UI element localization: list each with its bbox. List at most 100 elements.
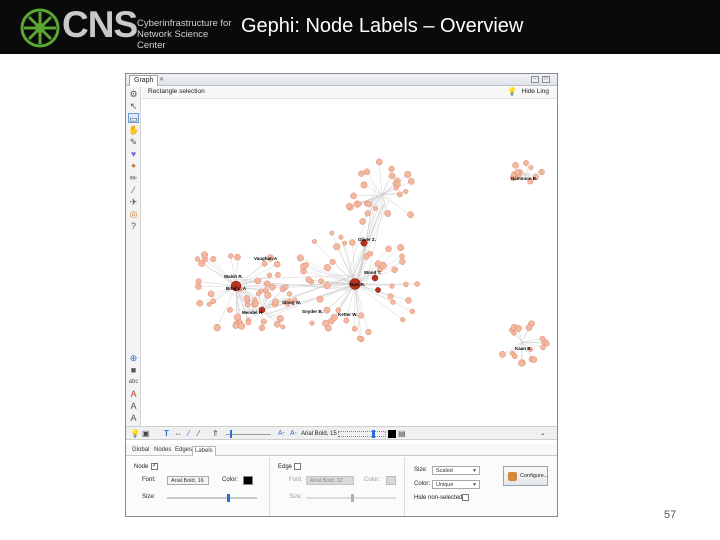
- graph-node[interactable]: [303, 262, 309, 268]
- hub-node[interactable]: [375, 287, 381, 293]
- graph-node[interactable]: [514, 169, 521, 176]
- graph-node[interactable]: [403, 189, 409, 195]
- graph-node[interactable]: [323, 306, 331, 314]
- graph-node[interactable]: [385, 245, 392, 252]
- graph-node[interactable]: [280, 324, 286, 330]
- graph-node[interactable]: [323, 282, 331, 290]
- graph-node[interactable]: [254, 277, 261, 285]
- graph-node[interactable]: [379, 261, 387, 270]
- graph-node[interactable]: [388, 165, 395, 173]
- graph-node[interactable]: [296, 254, 304, 262]
- text-a-icon[interactable]: A: [128, 401, 139, 411]
- graph-node[interactable]: [329, 258, 336, 265]
- graph-node[interactable]: [389, 172, 396, 180]
- edge-color-swatch[interactable]: [386, 476, 396, 485]
- graph-node[interactable]: [407, 211, 414, 219]
- graph-node[interactable]: [322, 319, 330, 327]
- edge-labels-checkbox[interactable]: [294, 463, 301, 470]
- graph-node[interactable]: [228, 253, 234, 259]
- minimize-icon[interactable]: –: [531, 76, 539, 83]
- graph-node[interactable]: [350, 192, 357, 200]
- background-color-icon[interactable]: ■: [128, 365, 139, 375]
- graph-node[interactable]: [342, 240, 348, 246]
- node-color-swatch[interactable]: [243, 476, 253, 485]
- graph-node[interactable]: [351, 325, 358, 332]
- graph-node[interactable]: [365, 200, 372, 208]
- graph-node[interactable]: [397, 244, 405, 252]
- graph-node[interactable]: [518, 359, 525, 367]
- screenshot-icon[interactable]: ▣: [142, 429, 150, 439]
- graph-node[interactable]: [390, 299, 396, 305]
- lightbulb-toolbar-icon[interactable]: 💡: [130, 429, 140, 439]
- edge-weight-icon[interactable]: ⁄: [198, 429, 199, 439]
- graph-node[interactable]: [343, 317, 350, 324]
- graph-node[interactable]: [396, 191, 403, 198]
- label-settings-icon[interactable]: ▤: [398, 429, 406, 439]
- graph-canvas[interactable]: Oliver Z. Vaughan A Walsh R. Ravi R. Brnd L.…: [142, 100, 557, 430]
- hide-non-selected-checkbox[interactable]: [462, 494, 469, 501]
- graph-node[interactable]: [363, 168, 371, 176]
- graph-node[interactable]: [538, 168, 545, 176]
- font-size-increase-icon[interactable]: A-: [290, 429, 297, 439]
- label-size-thumb[interactable]: [372, 430, 375, 438]
- pointer-icon[interactable]: ↖: [128, 101, 139, 111]
- expand-icon[interactable]: ⌄: [540, 429, 546, 439]
- graph-node[interactable]: [274, 271, 281, 278]
- font-name-label[interactable]: Arial Bold, 15: [301, 429, 337, 439]
- graph-node[interactable]: [263, 280, 271, 288]
- graph-settings-icon[interactable]: ⚙: [128, 89, 139, 99]
- graph-node[interactable]: [539, 335, 546, 342]
- drag-icon[interactable]: ✋: [128, 125, 139, 135]
- graph-node[interactable]: [387, 293, 394, 300]
- graph-node[interactable]: [318, 278, 324, 285]
- graph-node[interactable]: [258, 324, 266, 332]
- graph-node[interactable]: [540, 344, 546, 351]
- graph-node[interactable]: [512, 161, 519, 169]
- graph-node[interactable]: [206, 301, 212, 307]
- tab-nodes[interactable]: Nodes: [152, 446, 173, 455]
- graph-node[interactable]: [356, 201, 362, 207]
- graph-node[interactable]: [395, 181, 401, 187]
- graph-node[interactable]: [358, 170, 365, 177]
- graph-node[interactable]: [399, 253, 405, 260]
- graph-node[interactable]: [363, 253, 370, 260]
- graph-node[interactable]: [346, 202, 353, 210]
- edge-thickness-thumb[interactable]: [230, 430, 232, 438]
- heatmap-icon[interactable]: ◎: [128, 209, 139, 219]
- rectangle-select-icon[interactable]: ▭: [128, 113, 139, 124]
- show-labels-icon[interactable]: T: [164, 429, 169, 439]
- graph-node[interactable]: [238, 322, 246, 330]
- painter-icon[interactable]: ✦: [128, 161, 139, 171]
- graph-node[interactable]: [207, 290, 215, 298]
- graph-node[interactable]: [333, 243, 341, 251]
- graph-node[interactable]: [266, 272, 273, 278]
- label-size-slider[interactable]: [338, 431, 386, 437]
- graph-node[interactable]: [525, 324, 533, 331]
- tab-global[interactable]: Global: [130, 446, 151, 455]
- graph-node[interactable]: [269, 283, 276, 291]
- graph-node[interactable]: [400, 317, 406, 323]
- graph-node[interactable]: [274, 260, 281, 268]
- graph-node[interactable]: [365, 328, 372, 336]
- graph-node[interactable]: [252, 300, 260, 307]
- tab-edges[interactable]: Edges: [173, 446, 194, 455]
- graph-node[interactable]: [373, 206, 378, 211]
- graph-node[interactable]: [323, 264, 331, 272]
- graph-node[interactable]: [405, 297, 412, 304]
- graph-node[interactable]: [260, 318, 267, 325]
- brush-icon[interactable]: ✎: [128, 137, 139, 147]
- graph-node[interactable]: [499, 351, 506, 358]
- edge-size-thumb[interactable]: [351, 494, 354, 502]
- graph-node[interactable]: [312, 239, 317, 244]
- tab-labels[interactable]: Labels: [192, 446, 216, 456]
- graph-node[interactable]: [232, 322, 239, 329]
- maximize-icon[interactable]: □: [542, 76, 550, 83]
- graph-node[interactable]: [359, 218, 366, 225]
- graph-node[interactable]: [316, 295, 324, 303]
- graph-node[interactable]: [544, 340, 550, 347]
- graph-node[interactable]: [399, 258, 406, 265]
- graph-node[interactable]: [243, 295, 251, 302]
- graph-node[interactable]: [389, 283, 395, 289]
- graph-node[interactable]: [201, 251, 209, 259]
- pencil-icon[interactable]: ✏: [128, 173, 139, 183]
